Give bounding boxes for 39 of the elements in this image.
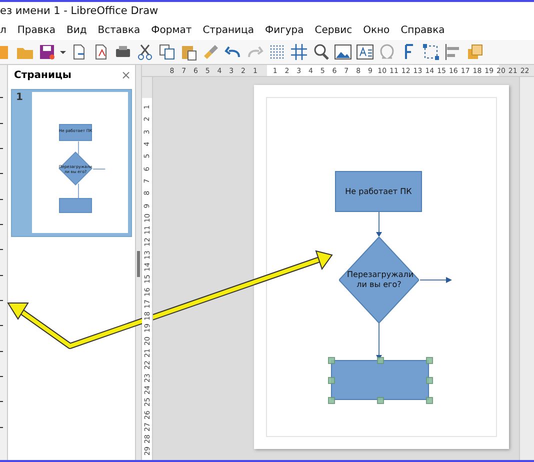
- scissors-icon[interactable]: [136, 43, 154, 61]
- grid-icon[interactable]: [268, 43, 286, 61]
- menu-item[interactable]: Правка: [17, 24, 56, 36]
- image-icon[interactable]: [334, 43, 352, 61]
- menu-item[interactable]: Страница: [202, 24, 254, 36]
- menu-item[interactable]: Фигура: [264, 24, 304, 36]
- thumbnail-shape: [59, 198, 92, 213]
- save-icon[interactable]: [38, 43, 56, 61]
- page-number: 1: [15, 91, 24, 105]
- decision-shape[interactable]: Перезагружали ли вы его?: [339, 237, 419, 323]
- selection-handle[interactable]: [328, 396, 334, 404]
- scrollbar[interactable]: [519, 77, 534, 460]
- close-button[interactable]: ×: [120, 68, 131, 82]
- brush-icon[interactable]: [202, 43, 220, 61]
- menu-item[interactable]: л: [0, 24, 6, 36]
- shape-text: Не работает ПК: [345, 187, 412, 196]
- align-icon[interactable]: [444, 43, 462, 61]
- connector-arrow: [420, 277, 452, 283]
- selection-handle[interactable]: [328, 356, 334, 364]
- menu-item[interactable]: Вид: [66, 24, 87, 36]
- transform-icon[interactable]: [422, 43, 440, 61]
- window-title: ез имени 1 - LibreOffice Draw: [0, 5, 158, 17]
- menu-item[interactable]: Сервис: [314, 24, 352, 36]
- selection-handle[interactable]: [426, 356, 432, 364]
- shape-text: Перезагружали ли вы его?: [347, 270, 411, 290]
- menu-item[interactable]: Справка: [400, 24, 445, 36]
- process-shape[interactable]: Не работает ПК: [335, 171, 422, 212]
- zoom-icon[interactable]: [312, 43, 330, 61]
- thumbnail-shape: [59, 124, 92, 141]
- menu-item[interactable]: Вставка: [98, 24, 140, 36]
- selection-handle[interactable]: [328, 376, 334, 384]
- panel-title: Страницы: [14, 70, 72, 80]
- paste-icon[interactable]: [180, 43, 198, 61]
- menu-item[interactable]: Окно: [363, 24, 390, 36]
- snap-grid-icon[interactable]: [290, 43, 308, 61]
- text-box-icon[interactable]: [356, 43, 374, 61]
- connector-arrow: [376, 212, 382, 237]
- copy-icon[interactable]: [158, 43, 176, 61]
- menu-item[interactable]: Формат: [151, 24, 192, 36]
